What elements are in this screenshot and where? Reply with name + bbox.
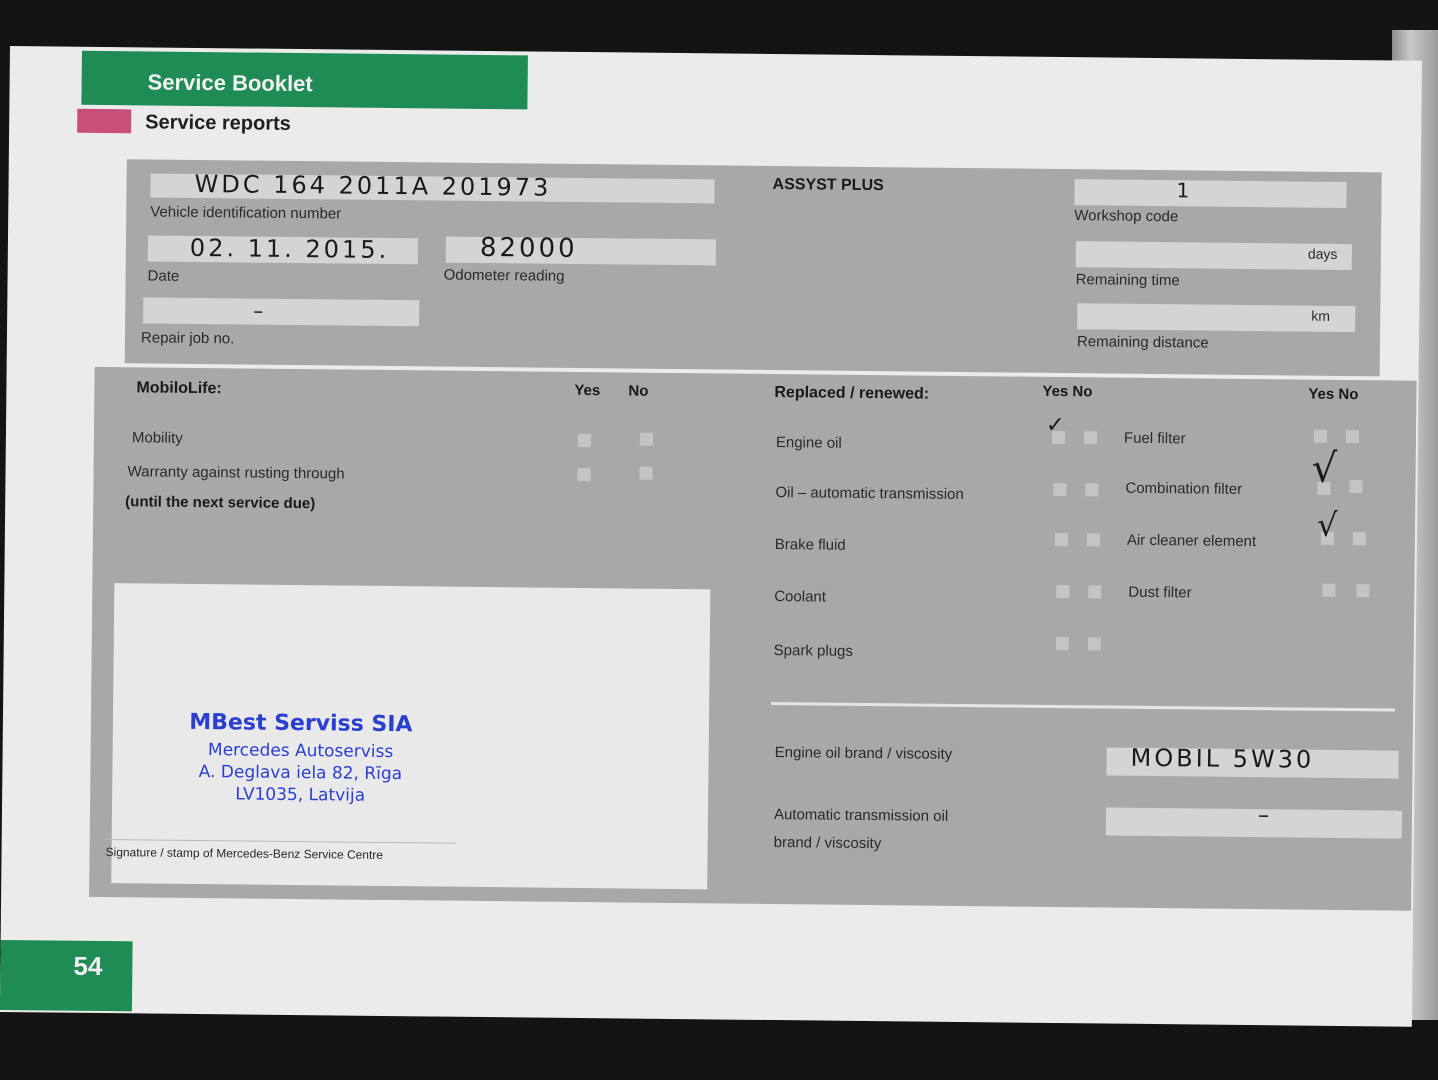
coolant-yes-checkbox[interactable] [1056, 584, 1070, 599]
mobilo-no-header: No [628, 382, 649, 400]
replaced-yes-no-right: Yes No [1308, 385, 1359, 404]
fuel-filter-label: Fuel filter [1123, 429, 1186, 448]
replaced-yes-no-left: Yes No [1042, 382, 1093, 401]
repair-field[interactable] [143, 297, 420, 327]
combination-filter-check-icon: √ [1311, 445, 1338, 492]
dust-filter-no-checkbox[interactable] [1356, 584, 1370, 598]
stamp-line-4: LV1035, Latvija [235, 784, 366, 806]
vin-label: Vehicle identification number [150, 203, 342, 223]
workshop-label: Workshop code [1074, 207, 1179, 226]
atf-brand-label-2: brand / viscosity [773, 834, 882, 853]
atf-oil-label: Oil – automatic transmission [775, 484, 964, 504]
repair-label: Repair job no. [140, 329, 235, 348]
brake-fluid-no-checkbox[interactable] [1086, 533, 1100, 547]
engine-oil-brand-label: Engine oil brand / viscosity [774, 744, 953, 763]
section-marker [77, 108, 132, 134]
assyst-title: ASSYST PLUS [772, 175, 884, 195]
stamp-line-3: A. Deglava iela 82, Rīga [198, 762, 403, 785]
remaining-distance-unit: km [1311, 307, 1331, 324]
atf-oil-no-checkbox[interactable] [1085, 483, 1099, 497]
air-cleaner-label: Air cleaner element [1126, 531, 1257, 551]
fuel-filter-yes-checkbox[interactable] [1313, 429, 1328, 443]
engine-oil-no-checkbox[interactable] [1083, 431, 1098, 445]
engine-oil-check-icon: ✓ [1045, 412, 1065, 439]
spark-plugs-no-checkbox[interactable] [1087, 637, 1101, 651]
coolant-no-checkbox[interactable] [1088, 585, 1102, 599]
remaining-time-label: Remaining time [1075, 271, 1180, 290]
atf-brand-value: – [1257, 803, 1273, 829]
mobility-yes-checkbox[interactable] [577, 433, 591, 448]
page-number: 54 [0, 939, 133, 1012]
air-cleaner-no-checkbox[interactable] [1352, 532, 1366, 546]
odometer-label: Odometer reading [443, 266, 565, 285]
booklet-page: Service Booklet Service reports WDC 164 … [0, 46, 1422, 1027]
mobilo-title: MobiloLife: [136, 379, 222, 398]
spark-plugs-label: Spark plugs [773, 642, 854, 660]
rust-warranty-label: Warranty against rusting through [127, 463, 345, 483]
mobilo-note: (until the next service due) [125, 493, 316, 513]
vin-value: WDC 164 2011A 201973 [194, 169, 552, 202]
date-value: 02. 11. 2015. [189, 233, 390, 264]
brake-fluid-label: Brake fluid [774, 536, 846, 554]
atf-oil-yes-checkbox[interactable] [1053, 482, 1067, 497]
remaining-time-unit: days [1307, 245, 1338, 262]
rust-yes-checkbox[interactable] [577, 467, 591, 482]
combination-filter-no-checkbox[interactable] [1349, 480, 1363, 494]
repair-value: – [253, 298, 267, 323]
engine-oil-brand-value: MOBIL 5W30 [1130, 743, 1315, 774]
odometer-value: 82000 [479, 232, 578, 264]
date-label: Date [147, 267, 180, 285]
air-cleaner-check-icon: √ [1316, 505, 1338, 544]
dust-filter-yes-checkbox[interactable] [1322, 583, 1336, 597]
engine-oil-label: Engine oil [775, 434, 842, 452]
atf-brand-field[interactable] [1105, 807, 1403, 839]
atf-brand-label-1: Automatic transmission oil [773, 806, 949, 825]
page-subtitle: Service reports [145, 111, 291, 135]
dust-filter-label: Dust filter [1128, 583, 1192, 602]
section-header: Service Booklet [81, 50, 528, 110]
stamp-company: MBest Serviss SIA [189, 709, 413, 738]
stamp-line-2: Mercedes Autoserviss [207, 740, 394, 763]
replaced-title: Replaced / renewed: [774, 384, 930, 403]
remaining-distance-label: Remaining distance [1076, 333, 1209, 352]
workshop-value: 1 [1176, 178, 1193, 203]
workshop-field[interactable] [1074, 179, 1347, 209]
spark-plugs-yes-checkbox[interactable] [1055, 636, 1069, 651]
mobility-no-checkbox[interactable] [639, 432, 653, 446]
coolant-label: Coolant [774, 588, 827, 606]
mobility-label: Mobility [131, 429, 183, 447]
signature-label: Signature / stamp of Mercedes-Benz Servi… [105, 845, 384, 862]
fuel-filter-no-checkbox[interactable] [1345, 430, 1360, 444]
rust-no-checkbox[interactable] [639, 466, 653, 480]
brake-fluid-yes-checkbox[interactable] [1054, 532, 1068, 547]
combination-filter-label: Combination filter [1125, 479, 1243, 498]
mobilo-yes-header: Yes [574, 381, 601, 400]
